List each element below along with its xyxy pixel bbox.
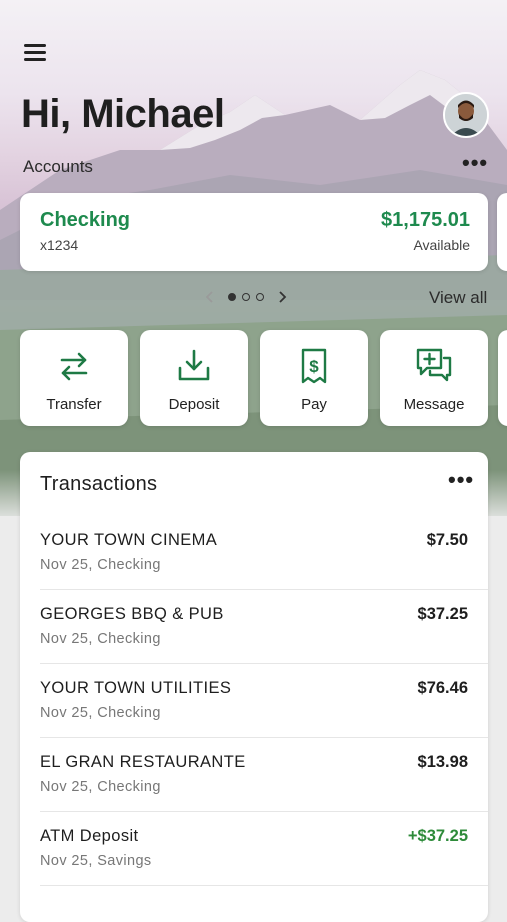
transaction-name: YOUR TOWN UTILITIES xyxy=(40,679,232,697)
message-label: Message xyxy=(403,396,465,413)
greeting-title: Hi, Michael xyxy=(21,92,225,136)
transaction-name: YOUR TOWN CINEMA xyxy=(40,531,218,549)
chevron-right-icon[interactable] xyxy=(275,287,289,307)
transaction-row[interactable]: GEORGES BBQ & PUB Nov 25, Checking $37.2… xyxy=(40,590,488,664)
accounts-more-icon[interactable]: ••• xyxy=(462,152,490,176)
pay-button[interactable]: $ Pay xyxy=(260,330,368,426)
account-number: x1234 xyxy=(40,237,79,253)
more-actions-card[interactable] xyxy=(498,330,507,426)
transactions-title: Transactions xyxy=(40,473,158,495)
transaction-name: EL GRAN RESTAURANTE xyxy=(40,753,246,771)
transaction-row[interactable]: ATM Deposit Nov 25, Savings +$37.25 xyxy=(40,812,488,886)
pager-dot-1[interactable] xyxy=(228,293,236,301)
transaction-details: Nov 25, Checking xyxy=(40,557,161,573)
account-name: Checking xyxy=(40,209,131,231)
transaction-row[interactable]: YOUR TOWN CINEMA Nov 25, Checking $7.50 xyxy=(40,516,488,590)
transaction-details: Nov 25, Checking xyxy=(40,631,161,647)
transaction-amount: $37.25 xyxy=(417,605,468,623)
pay-icon: $ xyxy=(301,348,327,384)
pager-dot-3[interactable] xyxy=(256,293,264,301)
account-balance: $1,175.01 xyxy=(381,209,470,231)
transactions-more-icon[interactable]: ••• xyxy=(448,469,473,492)
transaction-name: ATM Deposit xyxy=(40,827,139,845)
transaction-details: Nov 25, Savings xyxy=(40,853,152,869)
transaction-row[interactable]: YOUR TOWN UTILITIES Nov 25, Checking $76… xyxy=(40,664,488,738)
transfer-button[interactable]: Transfer xyxy=(20,330,128,426)
deposit-button[interactable]: Deposit xyxy=(140,330,248,426)
profile-avatar[interactable] xyxy=(443,92,489,138)
transaction-amount: $7.50 xyxy=(426,531,468,549)
transaction-details: Nov 25, Checking xyxy=(40,779,161,795)
transactions-list: YOUR TOWN CINEMA Nov 25, Checking $7.50 … xyxy=(20,516,488,886)
deposit-icon xyxy=(178,349,210,381)
transfer-label: Transfer xyxy=(46,396,102,413)
transaction-amount-credit: +$37.25 xyxy=(407,827,468,845)
transfer-icon xyxy=(60,352,88,381)
account-card-checking[interactable]: Checking x1234 $1,175.01 Available xyxy=(20,193,488,271)
account-pager xyxy=(203,287,289,307)
next-account-card[interactable] xyxy=(497,193,507,271)
transactions-card: Transactions ••• YOUR TOWN CINEMA Nov 25… xyxy=(20,452,488,922)
avatar-person-icon xyxy=(445,94,487,136)
pay-label: Pay xyxy=(301,396,327,413)
deposit-label: Deposit xyxy=(168,396,220,413)
message-button[interactable]: Message xyxy=(380,330,488,426)
transaction-amount: $13.98 xyxy=(417,753,468,771)
balance-label: Available xyxy=(413,237,470,253)
accounts-label: Accounts xyxy=(23,157,93,176)
transaction-details: Nov 25, Checking xyxy=(40,705,161,721)
chevron-left-icon[interactable] xyxy=(203,287,217,307)
svg-text:$: $ xyxy=(309,357,319,376)
view-all-link[interactable]: View all xyxy=(429,288,487,308)
transaction-name: GEORGES BBQ & PUB xyxy=(40,605,224,623)
transaction-row[interactable]: EL GRAN RESTAURANTE Nov 25, Checking $13… xyxy=(40,738,488,812)
transaction-amount: $76.46 xyxy=(417,679,468,697)
pager-dot-2[interactable] xyxy=(242,293,250,301)
message-icon xyxy=(416,348,452,382)
menu-icon[interactable] xyxy=(24,44,46,62)
